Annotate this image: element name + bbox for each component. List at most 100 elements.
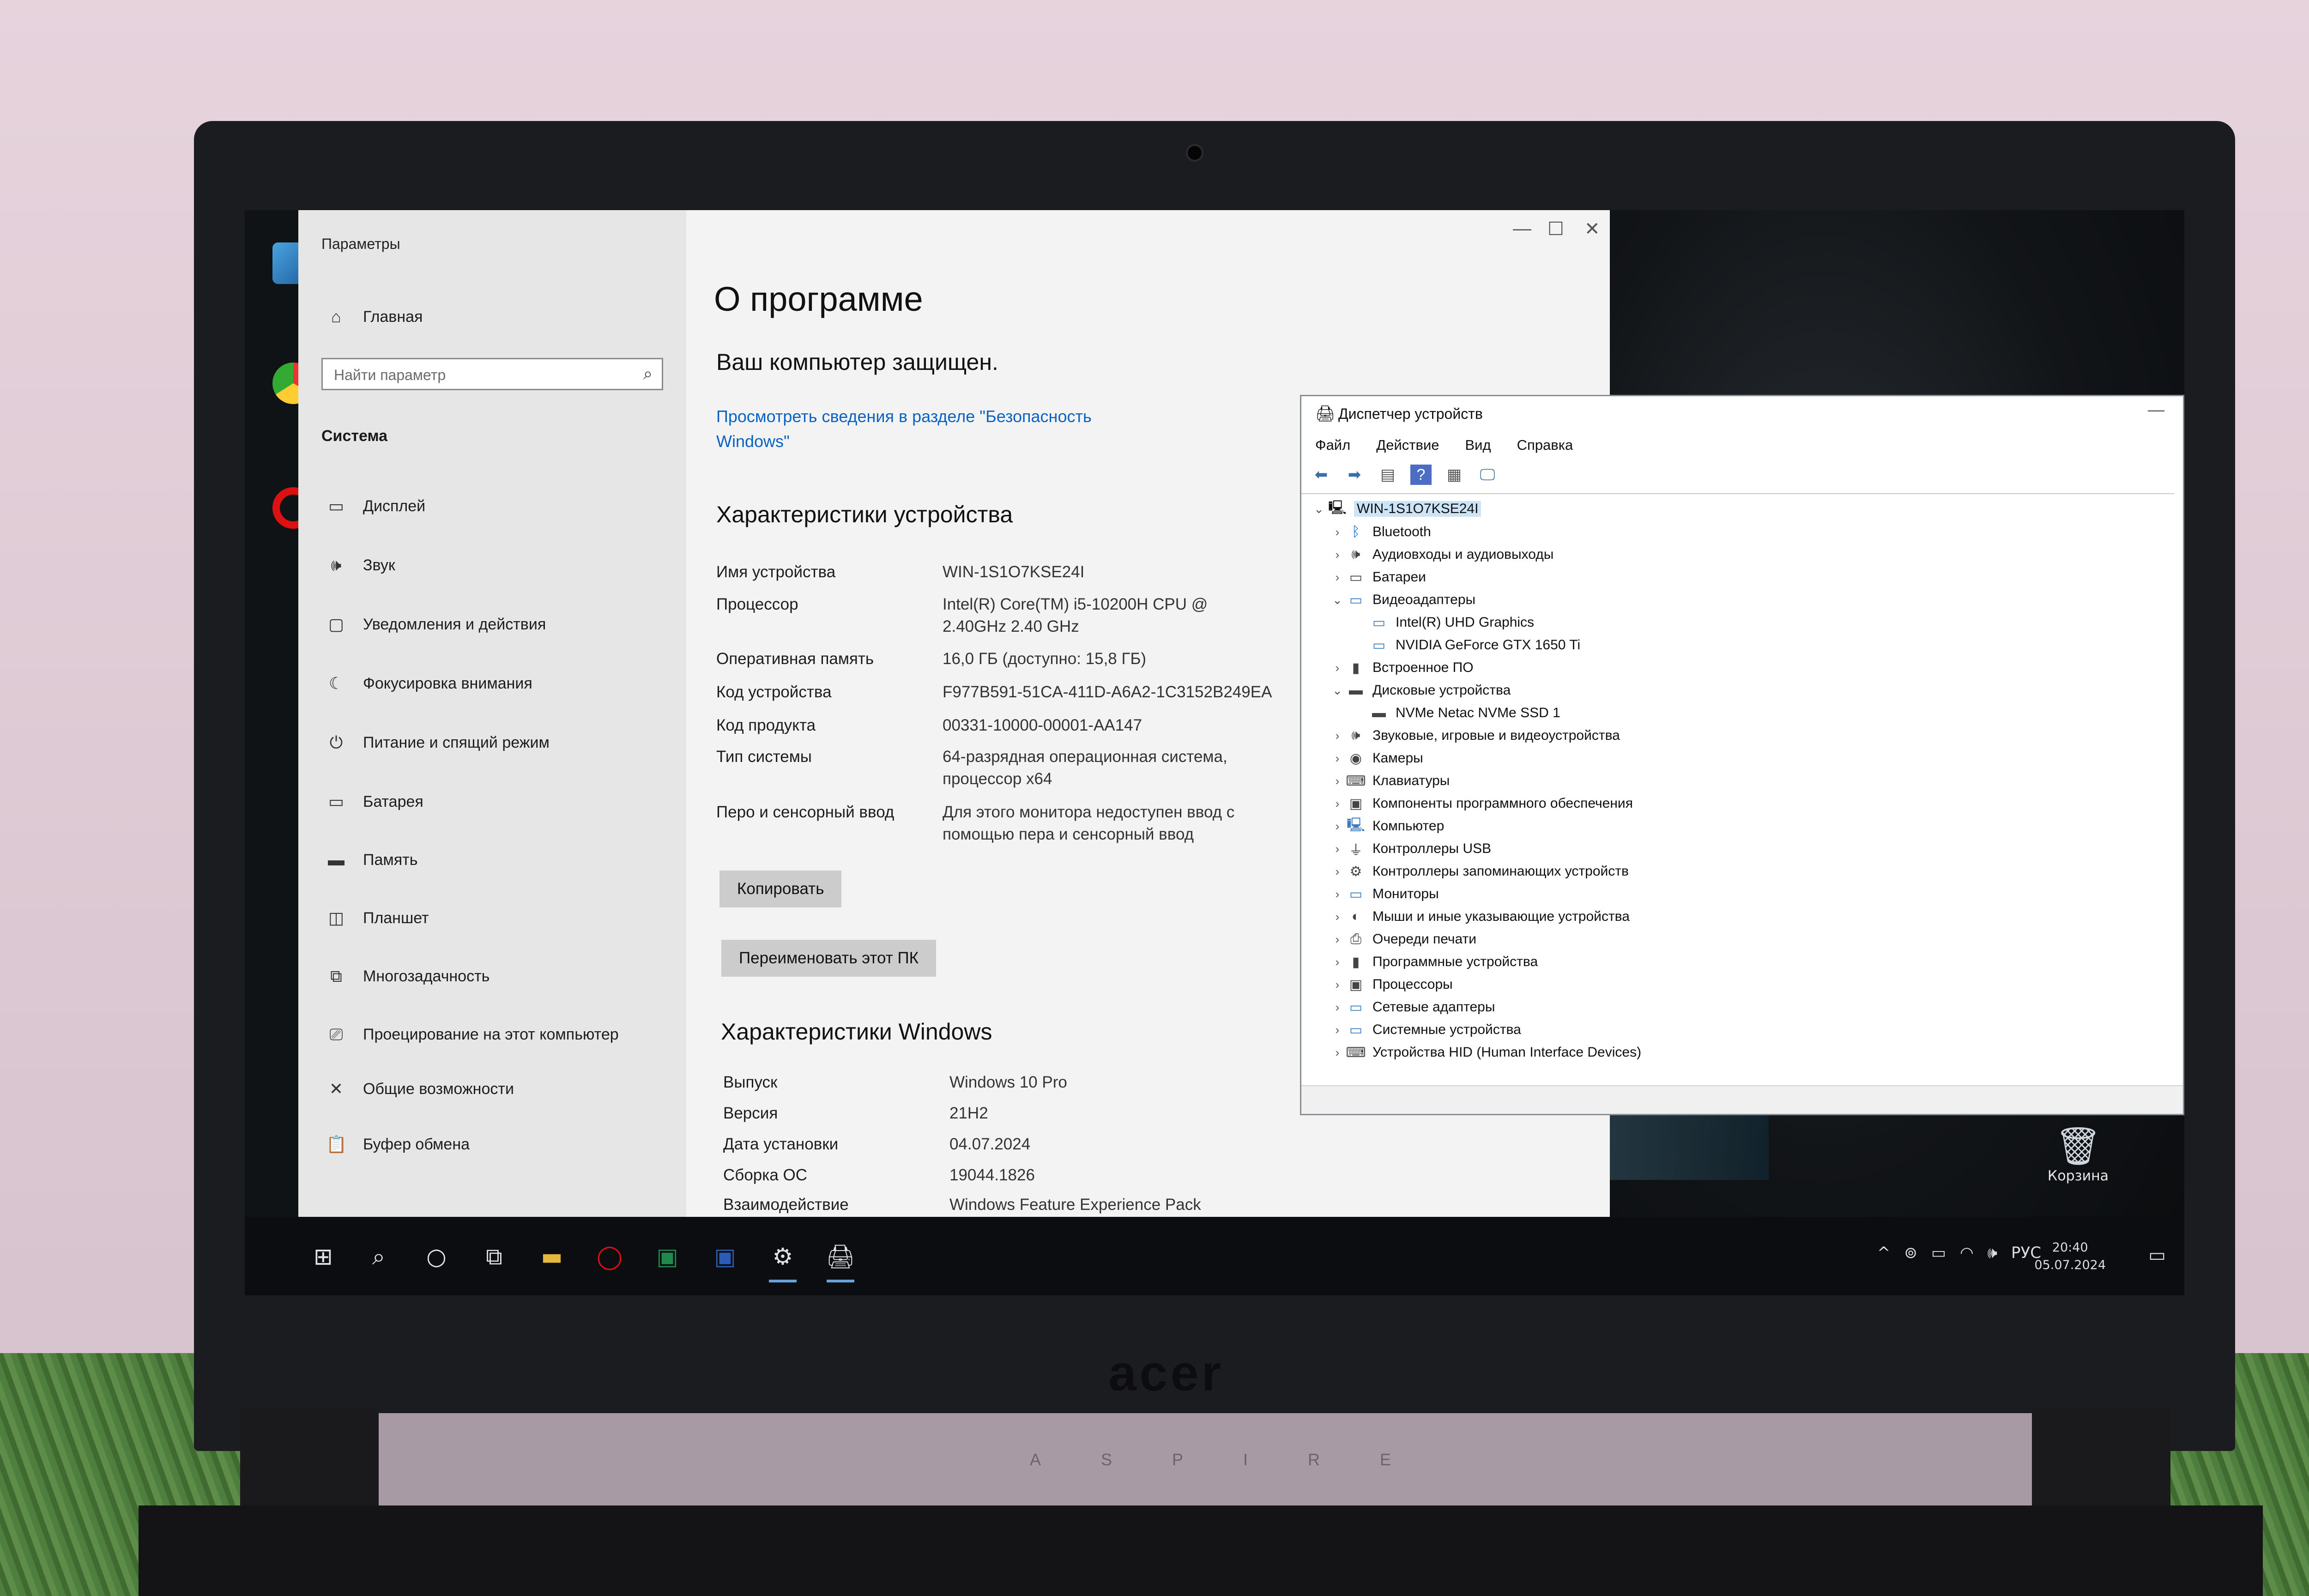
maximize-button[interactable]: ☐: [1547, 218, 1564, 240]
chevron-right-icon[interactable]: ›: [1329, 729, 1346, 743]
tree-category[interactable]: › ▮ Программные устройства: [1329, 951, 1538, 973]
battery-icon[interactable]: ▭: [1931, 1244, 1946, 1262]
clock[interactable]: 20:40 05.07.2024: [2034, 1239, 2106, 1274]
chevron-right-icon[interactable]: ›: [1329, 548, 1346, 562]
taskbar-file-explorer[interactable]: ▬: [533, 1238, 570, 1275]
chevron-right-icon[interactable]: ›: [1329, 932, 1346, 947]
tree-device[interactable]: ▭ Intel(R) UHD Graphics: [1352, 611, 1534, 634]
tree-node-label: Процессоры: [1372, 977, 1453, 992]
tree-category[interactable]: ⌄ ▭ Видеоадаптеры: [1329, 589, 1475, 611]
wifi-icon[interactable]: ◠: [1960, 1244, 1974, 1262]
chevron-right-icon[interactable]: ›: [1329, 774, 1346, 788]
chevron-right-icon[interactable]: ›: [1329, 955, 1346, 969]
copy-button[interactable]: Копировать: [719, 871, 842, 907]
chevron-right-icon[interactable]: ›: [1329, 864, 1346, 879]
nav-item-sound[interactable]: 🕪 Звук: [326, 556, 395, 575]
help-icon[interactable]: ?: [1410, 465, 1432, 485]
tree-category[interactable]: › ▣ Процессоры: [1329, 973, 1453, 996]
nav-item-power[interactable]: ⏻ Питание и спящий режим: [326, 733, 550, 753]
tree-category[interactable]: › 🕪 Аудиовходы и аудиовыходы: [1329, 544, 1554, 566]
menu-file[interactable]: Файл: [1315, 437, 1350, 453]
tree-device[interactable]: ▬ NVMe Netac NVMe SSD 1: [1352, 702, 1560, 724]
menu-action[interactable]: Действие: [1376, 437, 1439, 453]
nav-home[interactable]: ⌂ Главная: [326, 307, 423, 326]
nav-item-clipboard[interactable]: 📋 Буфер обмена: [326, 1135, 470, 1154]
taskbar-device-manager[interactable]: 🖨: [822, 1238, 859, 1282]
desktop-icon-recycle-bin[interactable]: 🗑 Корзина: [2032, 1124, 2124, 1184]
chevron-down-icon[interactable]: ⌄: [1329, 683, 1346, 698]
tree-category[interactable]: › ⎙ Очереди печати: [1329, 928, 1476, 950]
tree-category[interactable]: › ▮ Встроенное ПО: [1329, 657, 1474, 679]
nav-item-storage[interactable]: ▬ Память: [326, 850, 417, 870]
chevron-right-icon[interactable]: ›: [1329, 570, 1346, 585]
settings-search-input[interactable]: Найти параметр ⌕: [321, 358, 663, 390]
search-button[interactable]: ⌕: [360, 1238, 397, 1275]
project-icon: ⎚: [329, 1025, 343, 1044]
tree-category[interactable]: › ▣ Компоненты программного обеспечения: [1329, 792, 1633, 815]
nav-item-shared-experiences[interactable]: ✕ Общие возможности: [326, 1079, 514, 1099]
tree-category[interactable]: › 🕪 Звуковые, игровые и видеоустройства: [1329, 725, 1620, 747]
menu-view[interactable]: Вид: [1465, 437, 1491, 453]
chevron-down-icon[interactable]: ⌄: [1329, 593, 1346, 607]
tree-category[interactable]: › 🖳 Компьютер: [1329, 815, 1445, 837]
chevron-right-icon[interactable]: ›: [1329, 1000, 1346, 1015]
menu-help[interactable]: Справка: [1517, 437, 1573, 453]
search-placeholder: Найти параметр: [334, 367, 446, 383]
chevron-right-icon[interactable]: ›: [1329, 1046, 1346, 1060]
close-button[interactable]: ✕: [1584, 218, 1600, 240]
start-button[interactable]: ⊞: [305, 1238, 342, 1275]
nav-item-display[interactable]: ▭ Дисплей: [326, 496, 425, 516]
chevron-right-icon[interactable]: ›: [1329, 978, 1346, 992]
back-arrow-icon[interactable]: ⬅: [1311, 465, 1332, 485]
minimize-button[interactable]: —: [1513, 218, 1531, 239]
rename-pc-button[interactable]: Переименовать этот ПК: [721, 940, 937, 977]
volume-icon[interactable]: 🕪: [1988, 1244, 1997, 1262]
window-title: Параметры: [321, 236, 400, 252]
security-link[interactable]: Просмотреть сведения в разделе "Безопасн…: [716, 404, 1132, 454]
tree-category[interactable]: › ⏚ Контроллеры USB: [1329, 838, 1491, 860]
tree-category[interactable]: ⌄ ▬ Дисковые устройства: [1329, 679, 1511, 701]
tree-category[interactable]: › ◐ Мыши и иные указывающие устройства: [1329, 906, 1630, 928]
tree-device[interactable]: ▭ NVIDIA GeForce GTX 1650 Ti: [1352, 634, 1580, 656]
chevron-right-icon[interactable]: ›: [1329, 842, 1346, 856]
nav-item-label: Проецирование на этот компьютер: [363, 1026, 619, 1043]
tree-category[interactable]: › ▭ Системные устройства: [1329, 1019, 1521, 1041]
notification-center-button[interactable]: ▭: [2148, 1245, 2166, 1266]
nav-item-battery[interactable]: ▭ Батарея: [326, 792, 423, 811]
chevron-right-icon[interactable]: ›: [1329, 751, 1346, 766]
chevron-right-icon[interactable]: ›: [1329, 887, 1346, 901]
taskbar-opera[interactable]: ◯: [591, 1238, 628, 1275]
properties-icon[interactable]: ▤: [1377, 465, 1398, 485]
nav-item-focus-assist[interactable]: ☾ Фокусировка внимания: [326, 674, 532, 693]
details-icon[interactable]: ▦: [1444, 465, 1465, 485]
chevron-right-icon[interactable]: ›: [1329, 819, 1346, 834]
cortana-button[interactable]: ○: [418, 1238, 455, 1275]
chevron-right-icon[interactable]: ›: [1329, 910, 1346, 924]
tree-category[interactable]: › ᛒ Bluetooth: [1329, 521, 1431, 543]
chevron-right-icon[interactable]: ›: [1329, 525, 1346, 539]
tree-category[interactable]: › ⚙ Контроллеры запоминающих устройств: [1329, 860, 1629, 883]
nav-item-multitasking[interactable]: ⧉ Многозадачность: [326, 967, 490, 986]
minimize-button[interactable]: —: [2148, 400, 2164, 419]
tree-root[interactable]: ⌄ 🖳 WIN-1S1O7KSE24I: [1311, 498, 1481, 520]
forward-arrow-icon[interactable]: ➡: [1344, 465, 1365, 485]
nav-item-tablet[interactable]: ◫ Планшет: [326, 908, 429, 928]
tree-category[interactable]: › ▭ Батареи: [1329, 566, 1426, 588]
chevron-right-icon[interactable]: ›: [1329, 661, 1346, 675]
chevron-right-icon[interactable]: ›: [1329, 1023, 1346, 1037]
taskbar-settings[interactable]: ⚙: [764, 1238, 801, 1282]
scan-hardware-icon[interactable]: 🖵: [1477, 465, 1498, 485]
device-icon[interactable]: ⊚: [1904, 1244, 1917, 1262]
tree-category[interactable]: › ▭ Мониторы: [1329, 883, 1439, 905]
chevron-right-icon[interactable]: ›: [1329, 797, 1346, 811]
taskbar-word[interactable]: ▣: [707, 1238, 743, 1275]
tree-category[interactable]: › ◉ Камеры: [1329, 747, 1423, 769]
tree-category[interactable]: › ⌨ Клавиатуры: [1329, 770, 1450, 792]
tree-category[interactable]: › ⌨ Устройства HID (Human Interface Device…: [1329, 1041, 1641, 1064]
task-view-button[interactable]: ⧉: [476, 1238, 513, 1275]
taskbar-excel[interactable]: ▣: [649, 1238, 686, 1275]
chevron-up-icon[interactable]: ^: [1877, 1244, 1891, 1262]
nav-item-projecting[interactable]: ⎚ Проецирование на этот компьютер: [326, 1025, 619, 1045]
nav-item-notifications[interactable]: ▢ Уведомления и действия: [326, 615, 546, 634]
tree-category[interactable]: › ▭ Сетевые адаптеры: [1329, 996, 1495, 1018]
